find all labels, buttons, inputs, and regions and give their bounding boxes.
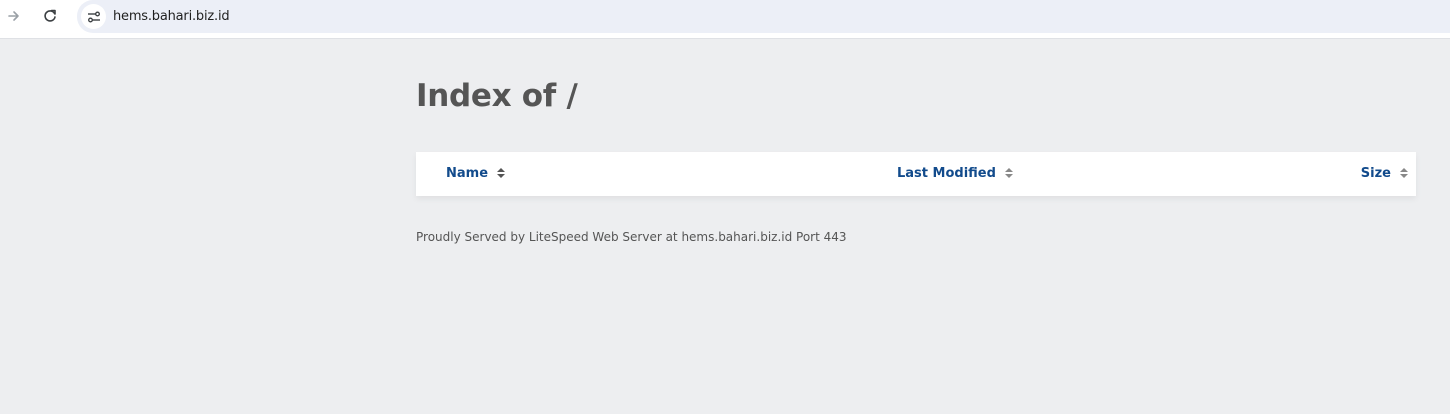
page-title: Index of / — [416, 78, 578, 114]
sort-icon — [1004, 168, 1013, 179]
sort-icon — [1400, 168, 1408, 179]
column-header-last-modified-label: Last Modified — [897, 166, 996, 181]
reload-button[interactable] — [38, 4, 62, 28]
site-info-button[interactable] — [81, 4, 106, 29]
column-header-size-label: Size — [1360, 166, 1391, 181]
server-footer: Proudly Served by LiteSpeed Web Server a… — [416, 230, 847, 244]
column-header-name-label: Name — [446, 166, 489, 181]
url-text[interactable]: hems.bahari.biz.id — [113, 9, 230, 24]
column-header-size[interactable]: Size — [1361, 166, 1408, 181]
tune-icon — [87, 11, 100, 22]
reload-icon — [44, 9, 56, 22]
directory-listing-table: Name Last Modified Size — [416, 152, 1416, 196]
column-header-last-modified[interactable]: Last Modified — [897, 166, 1013, 181]
address-bar[interactable]: hems.bahari.biz.id — [77, 0, 1450, 33]
arrow-right-icon — [8, 11, 19, 21]
forward-button[interactable] — [2, 4, 26, 28]
sort-icon — [497, 168, 506, 179]
browser-toolbar: hems.bahari.biz.id — [0, 0, 1450, 39]
column-header-name[interactable]: Name — [446, 166, 506, 181]
